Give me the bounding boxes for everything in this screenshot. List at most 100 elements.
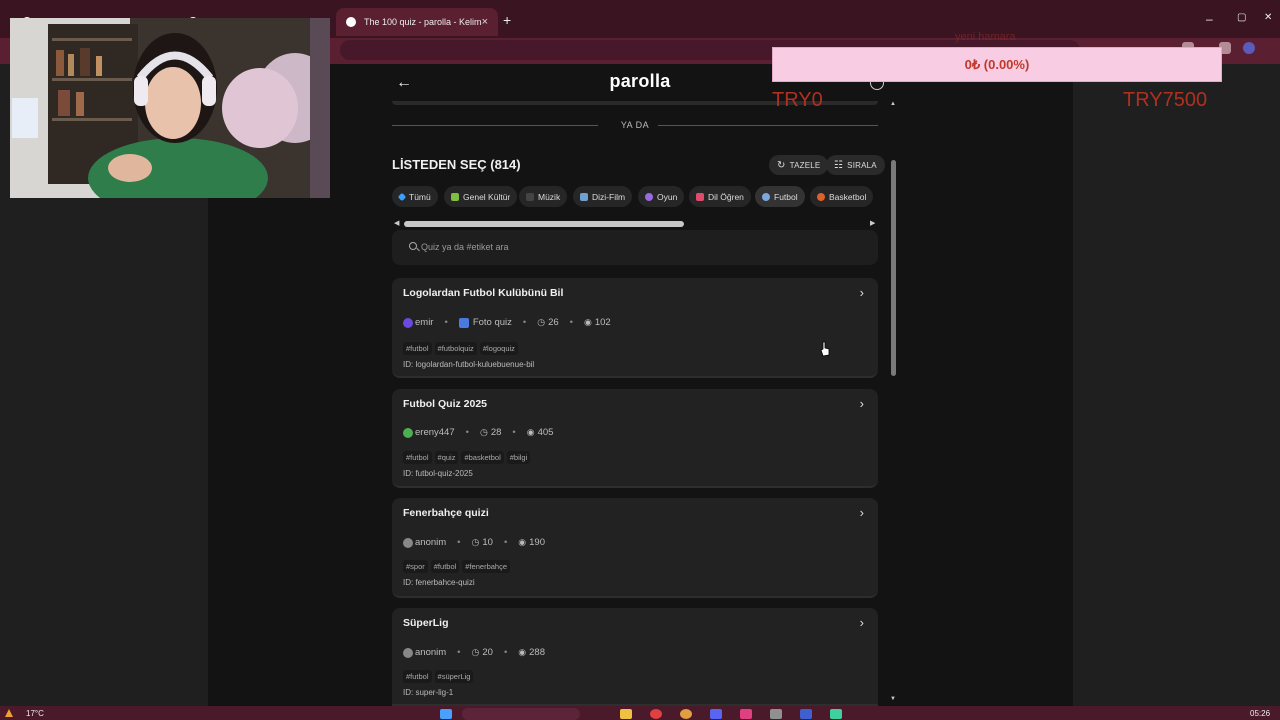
separator-dot: •	[503, 537, 508, 548]
chip-language[interactable]: Dil Öğren	[689, 186, 751, 207]
search-input[interactable]	[421, 240, 721, 254]
new-tab-button[interactable]: +	[503, 12, 511, 28]
chip-label: Oyun	[657, 191, 678, 202]
separator-dot: •	[569, 317, 573, 328]
clock-icon: ◷	[471, 537, 480, 547]
app-icon[interactable]	[740, 709, 752, 719]
discord-icon[interactable]	[710, 709, 722, 719]
chips-scrollbar[interactable]: ◀ ▶	[392, 220, 878, 228]
app-icon[interactable]	[800, 709, 812, 719]
donation-goal-label: yeni hamara	[955, 31, 1016, 43]
tag[interactable]: #süperLig	[434, 670, 474, 683]
gamepad-icon	[645, 192, 653, 201]
tag[interactable]: #quiz	[434, 451, 459, 464]
profile-avatar-icon[interactable]	[1243, 42, 1255, 54]
quiz-tags: #spor #futbol #fenerbahçe	[403, 560, 510, 573]
brand-logo[interactable]: parolla	[560, 71, 720, 92]
quiz-title: Fenerbahçe quizi	[403, 507, 489, 519]
quiz-meta: anonim • ◷ 20 • ◉ 288	[403, 647, 545, 658]
scrollbar-thumb[interactable]	[891, 160, 896, 376]
goal-start-value: TRY0	[772, 89, 823, 111]
quiz-question-count: 26	[548, 317, 559, 328]
page-right-margin	[1073, 64, 1280, 706]
webcam-overlay	[10, 18, 330, 198]
taskbar-search[interactable]	[462, 708, 580, 720]
scroll-down-icon[interactable]: ▼	[890, 696, 896, 702]
chip-label: Futbol	[774, 191, 798, 202]
windows-start-icon[interactable]	[440, 709, 452, 719]
separator-dot: •	[457, 537, 461, 548]
tag[interactable]: #spor	[403, 560, 428, 573]
chip-label: Tümü	[409, 191, 431, 202]
chip-general-knowledge[interactable]: Genel Kültür	[444, 186, 518, 207]
browser-tab-active[interactable]: The 100 quiz - parolla - Kelime ×	[336, 8, 498, 36]
quiz-id: ID: super-lig-1	[403, 688, 454, 697]
tag[interactable]: #futbol	[403, 342, 432, 355]
quiz-card[interactable]: Futbol Quiz 2025 › ereny447 • ◷ 28 • ◉ 4…	[392, 389, 878, 488]
page-scrollbar[interactable]: ▲ ▼	[889, 100, 898, 706]
category-chips: Tümü Genel Kültür Müzik Dizi-Film Oyun D…	[392, 186, 878, 208]
tab-label: The 100 quiz - parolla - Kelime	[364, 17, 482, 27]
quiz-title: SüperLig	[403, 617, 449, 629]
app-icon[interactable]	[830, 709, 842, 719]
tag[interactable]: #fenerbahçe	[462, 560, 510, 573]
chip-football[interactable]: Futbol	[755, 186, 805, 207]
quiz-card[interactable]: SüperLig › anonim • ◷ 20 • ◉ 288 #futbol…	[392, 608, 878, 706]
basketball-icon	[817, 192, 825, 201]
quiz-question-count: 28	[490, 427, 502, 438]
tag[interactable]: #futbolquiz	[434, 342, 477, 355]
sort-button[interactable]: ☷ SIRALA	[826, 155, 885, 175]
quiz-question-count: 10	[482, 537, 493, 548]
quiz-card[interactable]: Fenerbahçe quizi › anonim • ◷ 10 • ◉ 190…	[392, 498, 878, 598]
chip-all[interactable]: Tümü	[392, 186, 438, 207]
tab-favicon-icon	[346, 17, 356, 27]
tag[interactable]: #basketbol	[461, 451, 504, 464]
close-tab-icon[interactable]: ×	[482, 16, 488, 28]
scroll-right-icon[interactable]: ▶	[870, 219, 875, 227]
app-icon[interactable]	[650, 709, 662, 719]
refresh-button[interactable]: ↻ TAZELE	[769, 155, 829, 175]
chip-basketball[interactable]: Basketbol	[810, 186, 874, 207]
avatar	[403, 537, 413, 548]
folder-icon[interactable]	[620, 709, 632, 719]
scroll-up-icon[interactable]: ▲	[890, 101, 896, 107]
weather-text[interactable]: 17°C	[26, 709, 44, 718]
refresh-label: TAZELE	[789, 160, 821, 170]
quiz-card[interactable]: Logolardan Futbol Kulübünü Bil › emir • …	[392, 278, 878, 378]
chip-tv-film[interactable]: Dizi-Film	[573, 186, 633, 207]
tag[interactable]: #bilgi	[506, 451, 531, 464]
tag[interactable]: #logoquiz	[479, 342, 518, 355]
divider-line	[658, 125, 878, 126]
chip-music[interactable]: Müzik	[519, 186, 568, 207]
app-icon[interactable]	[770, 709, 782, 719]
system-clock[interactable]: 05:26	[1250, 709, 1270, 718]
quiz-author: anonim	[415, 537, 447, 548]
tag[interactable]: #futbol	[430, 560, 460, 573]
restore-button[interactable]: ▢	[1237, 12, 1246, 23]
scroll-left-icon[interactable]: ◀	[394, 219, 399, 227]
chip-label: Müzik	[538, 191, 561, 202]
avatar	[403, 317, 413, 328]
tag[interactable]: #futbol	[403, 451, 432, 464]
clock-icon: ◷	[479, 427, 488, 437]
language-icon	[696, 192, 704, 201]
scrollbar-thumb[interactable]	[404, 221, 684, 227]
chip-label: Genel Kültür	[463, 191, 511, 202]
separator-dot: •	[457, 647, 461, 658]
back-arrow-icon[interactable]: ←	[396, 74, 412, 92]
chevron-right-icon: ›	[859, 285, 864, 300]
quiz-tags: #futbol #süperLig	[403, 670, 474, 683]
film-icon	[580, 192, 588, 201]
sort-label: SIRALA	[847, 160, 877, 170]
separator-dot: •	[522, 317, 527, 328]
tag[interactable]: #futbol	[403, 670, 432, 683]
donation-goal-bar: 0₺ (0.00%)	[772, 47, 1222, 82]
clock-icon: ◷	[537, 317, 546, 327]
refresh-icon: ↻	[777, 159, 786, 171]
minimize-button[interactable]: –	[1206, 12, 1213, 26]
eye-icon: ◉	[518, 647, 527, 657]
close-window-button[interactable]: ✕	[1264, 12, 1272, 23]
chip-game[interactable]: Oyun	[638, 186, 685, 207]
chrome-icon[interactable]	[680, 709, 692, 719]
chevron-right-icon: ›	[859, 505, 864, 520]
